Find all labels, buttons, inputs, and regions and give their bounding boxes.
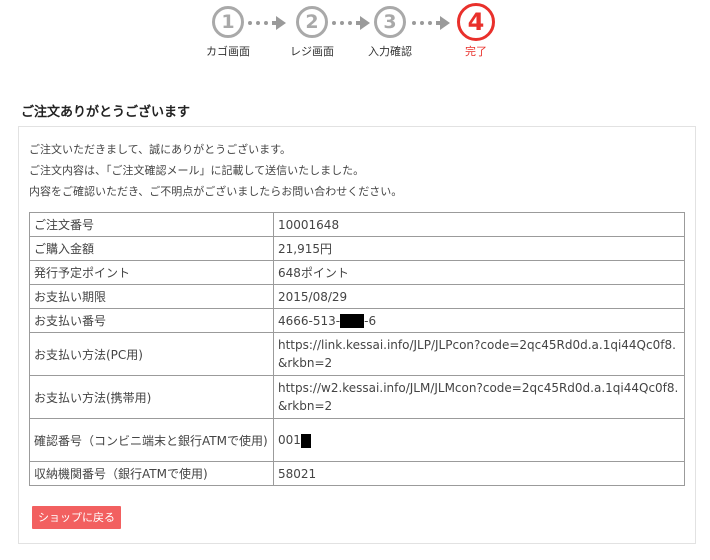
row-label-payment-number: お支払い番号 [29,308,274,333]
intro-line: 内容をご確認いただき、ご不明点がございましたらお問い合わせください。 [29,185,403,198]
step-confirm: 3 入力確認 [352,6,428,59]
back-to-shop-button[interactable]: ショップに戻る [32,506,121,529]
payment-number-suffix: -6 [364,313,377,328]
table-row: 収納機関番号（銀行ATMで使用) 58021 [29,461,685,486]
step-complete: 4 完了 [438,3,514,59]
step-label-register: レジ画面 [290,45,334,58]
redacted-block [300,433,311,448]
step-number-3-icon: 3 [374,6,406,38]
step-label-cart: カゴ画面 [206,45,250,58]
table-row: 確認番号（コンビニ端末と銀行ATMで使用) 001 [29,418,685,462]
row-label-confirmation-number: 確認番号（コンビニ端末と銀行ATMで使用) [29,418,274,462]
order-info-table: ご注文番号 10001648 ご購入金額 21,915円 発行予定ポイント 64… [29,212,685,486]
step-register: 2 レジ画面 [274,6,350,59]
row-label-payment-pc: お支払い方法(PC用) [29,332,274,376]
row-value-payment-number: 4666-513- -6 [273,308,685,333]
step-number-1-icon: 1 [212,6,244,38]
row-value-confirmation-number: 001 [273,418,685,462]
step-number-4-icon: 4 [457,3,495,41]
row-label-points: 発行予定ポイント [29,260,274,285]
step-label-complete: 完了 [465,45,487,58]
row-value-institution-number: 58021 [273,461,685,486]
payment-url-pc-link[interactable]: https://link.kessai.info/JLP/JLPcon?code… [273,332,685,376]
table-row: ご購入金額 21,915円 [29,236,685,261]
intro-line: ご注文いただきまして、誠にありがとうございます。 [29,143,292,156]
table-row: ご注文番号 10001648 [29,212,685,237]
table-row: お支払い方法(携帯用) https://w2.kessai.info/JLM/J… [29,375,685,419]
payment-url-mobile-link[interactable]: https://w2.kessai.info/JLM/JLMcon?code=2… [273,375,685,419]
step-label-confirm: 入力確認 [368,45,412,58]
intro-message: ご注文いただきまして、誠にありがとうございます。 ご注文内容は、「ご注文確認メー… [29,139,402,202]
redacted-block [340,314,365,328]
step-number-2-icon: 2 [296,6,328,38]
row-value-purchase-amount: 21,915円 [273,236,685,261]
payment-number-prefix: 4666-513- [278,313,341,328]
confirmation-number-prefix: 001 [278,433,301,447]
row-label-payment-mobile: お支払い方法(携帯用) [29,375,274,419]
table-row: お支払い番号 4666-513- -6 [29,308,685,333]
page-title: ご注文ありがとうございます [21,105,191,120]
order-complete-panel: ご注文いただきまして、誠にありがとうございます。 ご注文内容は、「ご注文確認メー… [18,126,696,544]
row-value-points: 648ポイント [273,260,685,285]
table-row: お支払い方法(PC用) https://link.kessai.info/JLP… [29,332,685,376]
order-progress-steps: 1 カゴ画面 2 レジ画面 3 入力確認 4 完了 [0,3,710,76]
step-cart: 1 カゴ画面 [190,6,266,59]
row-label-payment-deadline: お支払い期限 [29,284,274,309]
table-row: 発行予定ポイント 648ポイント [29,260,685,285]
row-label-order-number: ご注文番号 [29,212,274,237]
table-row: お支払い期限 2015/08/29 [29,284,685,309]
row-value-order-number: 10001648 [273,212,685,237]
row-label-institution-number: 収納機関番号（銀行ATMで使用) [29,461,274,486]
row-value-payment-deadline: 2015/08/29 [273,284,685,309]
row-label-purchase-amount: ご購入金額 [29,236,274,261]
intro-line: ご注文内容は、「ご注文確認メール」に記載して送信いたしました。 [29,164,365,177]
